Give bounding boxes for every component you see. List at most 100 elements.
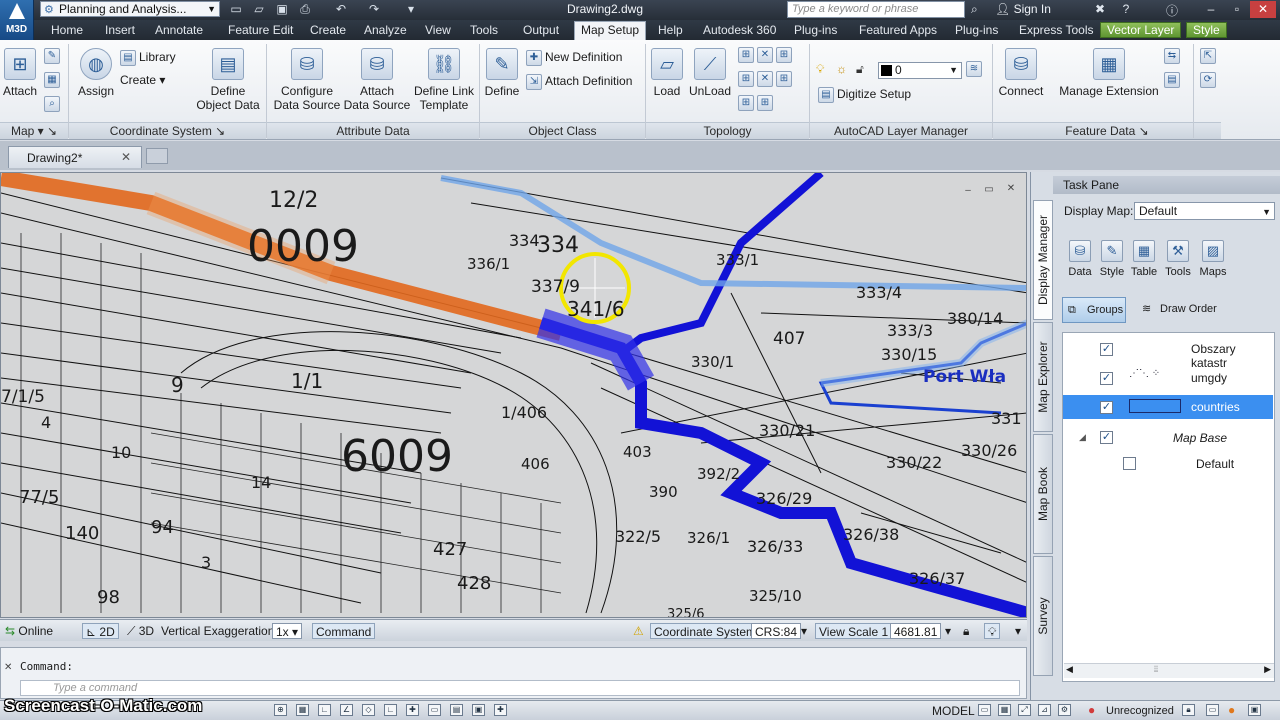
tab-insert[interactable]: Insert [105,23,135,37]
scroll-thumb[interactable]: ⦙⦙ [1154,664,1158,675]
command-line-close-icon[interactable]: ✕ [4,662,12,673]
attach-definition-button[interactable]: ⇲ Attach Definition [526,74,632,90]
layer-visibility-checkbox[interactable]: ✓ [1100,372,1113,385]
new-file-icon[interactable]: ▭ [228,2,244,16]
minimize-button[interactable]: – [1198,1,1224,18]
tab-autodesk-360[interactable]: Autodesk 360 [703,23,776,37]
warning-icon[interactable]: ⚠ [630,623,647,639]
maximize-button[interactable]: ▫ [1224,1,1250,18]
sun-icon[interactable]: ☼ [836,62,847,76]
groups-button[interactable]: ⧉ Groups [1062,297,1126,323]
panel-title-topology[interactable]: Topology [646,122,809,139]
map-small-tool-2[interactable]: ▦ [44,72,63,88]
layer-visibility-checkbox[interactable] [1123,457,1136,470]
help-icon[interactable]: ? [1118,2,1134,16]
layer-row[interactable]: ✓ countries [1063,395,1273,419]
qat-dropdown-icon[interactable]: ▾ [403,2,419,16]
tab-tools[interactable]: Tools [470,23,498,37]
view-scale-input[interactable]: 4681.81 [890,623,942,639]
expand-icon[interactable]: ◢ [1079,432,1086,443]
snap-icon[interactable]: ⊕ [274,704,287,716]
clean-screen-icon[interactable]: ▣ [1248,704,1261,716]
scale-dropdown-icon[interactable]: ▾ [942,623,954,639]
polar-icon[interactable]: ∠ [340,704,353,716]
tab-output[interactable]: Output [523,23,559,37]
grid-icon[interactable]: ▦ [296,704,309,716]
feature-tool-1[interactable]: ⇆ [1164,48,1183,64]
viewport-close-icon[interactable]: ✕ [1004,183,1018,195]
workspace-icon[interactable]: ⚙ [1058,704,1071,716]
layer-row[interactable]: ✓ ⋰⋱ ⁘ umgdy [1063,366,1273,390]
panel-title-map[interactable]: Map ▾ ↘ [0,122,68,139]
annotation-scale-icon[interactable]: ⊿ [1038,704,1051,716]
style-button[interactable]: ✎ Style [1095,240,1129,278]
layout-icon[interactable]: ▭ [978,704,991,716]
map-small-tool-3[interactable]: ⌕ [44,96,63,112]
define-object-data-button[interactable]: ▤ Define Object Data [194,48,262,112]
close-button[interactable]: ✕ [1250,1,1276,18]
command-input[interactable]: Type a command [20,680,1020,696]
layer-row[interactable]: ✓ Obszary katastr [1063,337,1273,370]
load-topology-button[interactable]: ▱ Load [648,48,686,98]
layer-list-scrollbar[interactable]: ◀ ⦙⦙ ▶ [1064,663,1274,678]
topology-tool-3[interactable]: ⊞ ⊞ [738,95,776,111]
layer-dropdown[interactable]: 0 ▼ [878,62,962,79]
lock-icon[interactable]: 🔓︎ [856,62,864,77]
layer-row[interactable]: Default [1063,452,1273,476]
osnap-icon[interactable]: ◇ [362,704,375,716]
digitize-setup-button[interactable]: ▤ Digitize Setup [818,87,911,103]
new-tab-button[interactable] [146,148,168,164]
attach-data-source-button[interactable]: ⛁ Attach Data Source [343,48,411,112]
maps-button[interactable]: ▨ Maps [1196,240,1230,278]
help-question-icon[interactable]: ⓘ [1164,2,1180,19]
assign-button[interactable]: ◍ Assign [74,48,118,98]
command-button[interactable]: Command [312,623,376,639]
status-menu-icon[interactable]: ▾ [1012,623,1024,639]
configure-data-source-button[interactable]: ⛁ Configure Data Source [273,48,341,112]
sign-in-button[interactable]: 👤︎ Sign In [995,2,1051,16]
selection-cycling-icon[interactable]: ✚ [494,704,507,716]
layer-group-row[interactable]: ◢ ✓ Map Base [1063,426,1273,450]
unload-topology-button[interactable]: ⟋ UnLoad [688,48,732,98]
crs-dropdown-icon[interactable]: ▾ [798,623,810,639]
panel-title-coordinate-system[interactable]: Coordinate System ↘ [69,122,266,139]
isolate-icon[interactable]: ▭ [1206,704,1219,716]
panel-title-object-class[interactable]: Object Class [480,122,645,139]
tab-vector-layer[interactable]: Vector Layer [1100,22,1182,38]
define-link-template-button[interactable]: ⛓ Define Link Template [410,48,478,112]
tab-survey[interactable]: Survey [1033,556,1053,676]
unrecognized-status[interactable]: Unrecognized [1106,705,1174,717]
tab-map-book[interactable]: Map Book [1033,434,1053,554]
tab-featured-apps[interactable]: Featured Apps [859,23,937,37]
lineweight-icon[interactable]: ▤ [450,704,463,716]
online-status[interactable]: ⇆ Online [2,623,56,639]
transparency-icon[interactable]: ▣ [472,704,485,716]
tab-annotate[interactable]: Annotate [155,23,203,37]
otrack-icon[interactable]: ∟ [384,704,397,716]
view-3d-button[interactable]: ⟋ 3D [124,623,157,639]
annotation-icon[interactable]: ⤢ [1018,704,1031,716]
coordinate-system-select[interactable]: CRS:84 [751,623,802,639]
define-class-button[interactable]: ✎ Define [482,48,522,98]
tools-button[interactable]: ⚒ Tools [1161,240,1195,278]
lightbulb-icon[interactable]: 💡︎ [984,623,1001,639]
draw-order-button[interactable]: ≋ Draw Order [1142,303,1217,315]
library-button[interactable]: ▤ Library [120,50,176,66]
feature-tool-2[interactable]: ▤ [1164,72,1183,88]
lock-ui-icon[interactable]: 🔒︎ [1182,704,1195,716]
topology-tool-1[interactable]: ⊞ ✕ ⊞ [738,47,795,63]
lock-icon[interactable]: 🔒︎ [960,623,972,639]
attach-button[interactable]: ⊞ Attach [2,48,38,98]
view-2d-button[interactable]: ⊾ 2D [82,623,119,639]
tab-analyze[interactable]: Analyze [364,23,407,37]
scroll-left-icon[interactable]: ◀ [1066,664,1073,675]
help-search-input[interactable]: Type a keyword or phrase [787,1,965,18]
drawing-canvas[interactable]: 12/2 0009 334 334 336/1 333/1 337/9 341/… [0,172,1027,618]
manage-extension-button[interactable]: ▦ Manage Extension [1057,48,1161,98]
document-tab-drawing2[interactable]: Drawing2* ✕ [8,146,142,168]
close-icon[interactable]: ✕ [121,150,131,164]
table-button[interactable]: ▦ Table [1127,240,1161,278]
tab-express-tools[interactable]: Express Tools [1019,23,1093,37]
panel-title-feature-data[interactable]: Feature Data ↘ [993,122,1221,139]
pin-icon[interactable]: ● [1088,703,1095,717]
